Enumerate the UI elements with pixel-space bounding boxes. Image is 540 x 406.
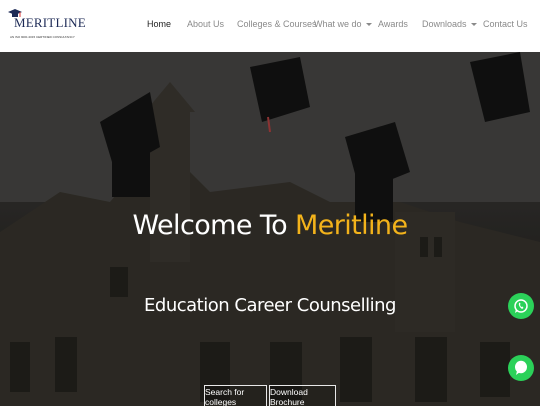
meritline-logo[interactable]: MERITLINE AN ISO 9001:2015 CERTIFIED CON… xyxy=(8,8,86,42)
nav-downloads[interactable]: Downloads xyxy=(422,19,477,29)
hero-title: Welcome To Meritline xyxy=(132,210,409,241)
nav-about-us[interactable]: About Us xyxy=(187,19,224,29)
hero-subtitle: Education Career Counselling xyxy=(144,295,396,316)
chat-bubble-icon xyxy=(515,360,527,375)
download-brochure-button[interactable]: Download Brochure xyxy=(269,385,336,406)
brand-name: MERITLINE xyxy=(14,15,86,30)
whatsapp-icon xyxy=(514,299,528,313)
whatsapp-button[interactable] xyxy=(508,293,534,319)
search-colleges-button[interactable]: Search for colleges xyxy=(204,385,267,406)
nav-contact-us[interactable]: Contact Us xyxy=(483,19,528,29)
nav-awards[interactable]: Awards xyxy=(378,19,408,29)
hero-title-brand: Meritline xyxy=(295,210,408,241)
brand-tagline: AN ISO 9001:2015 CERTIFIED CONSULTANCY xyxy=(10,35,75,39)
nav-colleges-courses[interactable]: Colleges & Courses xyxy=(237,19,317,29)
nav-what-we-do[interactable]: What we do xyxy=(314,19,372,29)
nav-home[interactable]: Home xyxy=(147,19,171,29)
top-navbar: MERITLINE AN ISO 9001:2015 CERTIFIED CON… xyxy=(0,0,540,52)
live-chat-button[interactable] xyxy=(508,355,534,381)
chevron-down-icon xyxy=(365,23,372,27)
hero-banner: Welcome To Meritline Education Career Co… xyxy=(0,52,540,406)
chevron-down-icon xyxy=(470,23,477,27)
